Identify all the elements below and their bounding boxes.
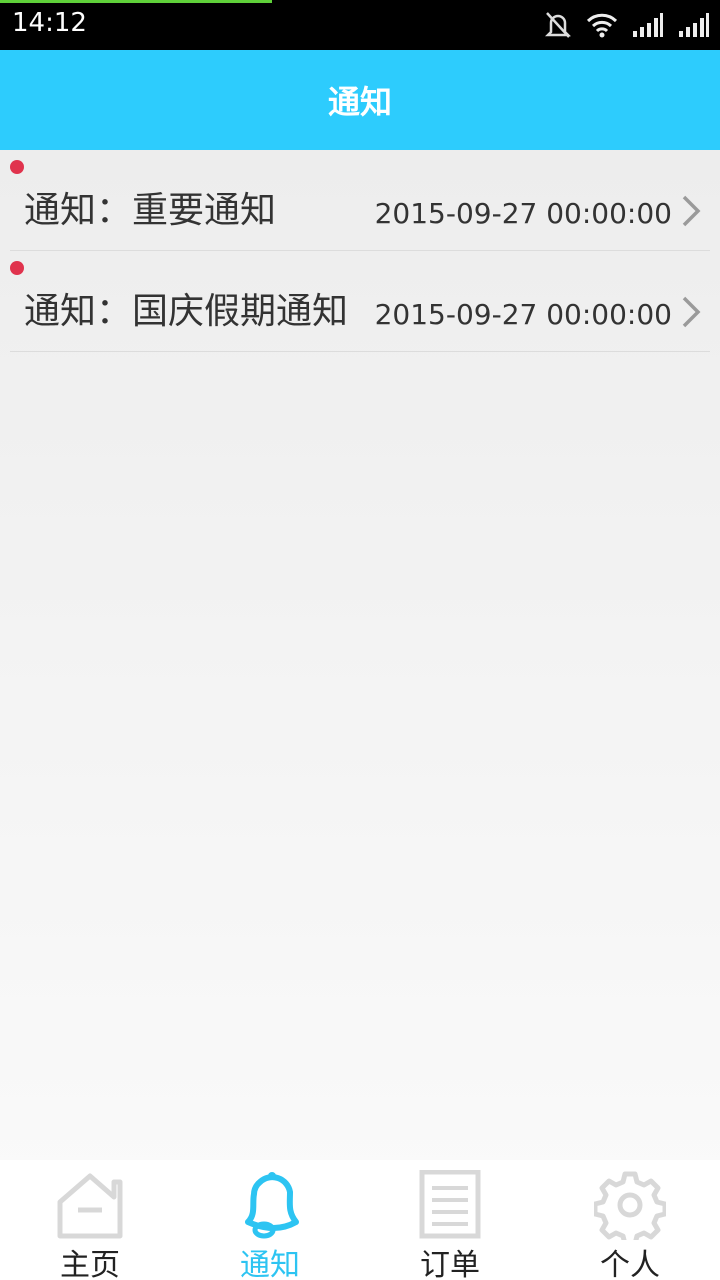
page-title: 通知 xyxy=(327,83,392,121)
signal-icon xyxy=(633,13,663,37)
unread-dot xyxy=(10,160,24,174)
mute-icon xyxy=(544,12,572,38)
notification-time: 2015-09-27 00:00:00 xyxy=(374,197,672,230)
notification-item[interactable]: 通知：国庆假期通知 2015-09-27 00:00:00 xyxy=(10,251,710,352)
document-icon xyxy=(419,1170,481,1239)
tab-orders[interactable]: 订单 xyxy=(360,1160,540,1280)
tab-profile[interactable]: 个人 xyxy=(540,1160,720,1280)
gear-icon xyxy=(594,1171,666,1240)
tab-notifications[interactable]: 通知 xyxy=(180,1160,360,1280)
notification-title: 通知：国庆假期通知 xyxy=(24,291,349,332)
notification-list: 通知：重要通知 2015-09-27 00:00:00 通知：国庆假期通知 20… xyxy=(10,150,710,352)
notification-title: 通知：重要通知 xyxy=(24,190,277,231)
title-bar: 通知 xyxy=(0,50,720,150)
bottom-tab-bar: 主页 通知 订单 个人 xyxy=(0,1160,720,1280)
home-icon xyxy=(57,1173,123,1239)
tab-label: 主页 xyxy=(60,1248,120,1280)
status-icons xyxy=(544,8,710,42)
tab-label: 个人 xyxy=(600,1248,660,1280)
notification-time: 2015-09-27 00:00:00 xyxy=(374,298,672,331)
tab-home[interactable]: 主页 xyxy=(0,1160,180,1280)
bell-icon xyxy=(245,1172,299,1239)
unread-dot xyxy=(10,261,24,275)
wifi-icon xyxy=(586,13,618,38)
tab-label: 通知 xyxy=(240,1248,300,1280)
chevron-right-icon xyxy=(682,296,701,328)
signal-icon xyxy=(679,13,709,37)
tab-label: 订单 xyxy=(420,1248,480,1280)
chevron-right-icon xyxy=(682,195,701,227)
page-load-indicator xyxy=(0,0,272,3)
status-bar: 14:12 xyxy=(0,0,720,50)
notification-item[interactable]: 通知：重要通知 2015-09-27 00:00:00 xyxy=(10,150,710,251)
status-time: 14:12 xyxy=(12,8,87,38)
